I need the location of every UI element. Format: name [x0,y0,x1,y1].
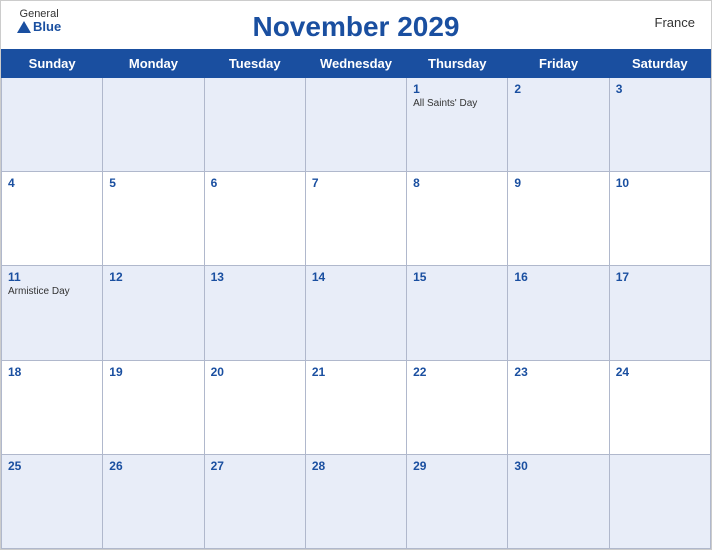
calendar-day-cell: 6 [204,172,305,266]
calendar-day-cell: 25 [2,454,103,548]
calendar-day-cell: 4 [2,172,103,266]
calendar-day-cell: 1 All Saints' Day [407,78,508,172]
day-number: 28 [312,459,400,473]
day-number: 1 [413,82,501,96]
calendar-week-row: 18 19 20 21 22 23 24 [2,360,711,454]
day-number: 18 [8,365,96,379]
calendar-week-row: 456789 10 [2,172,711,266]
day-number: 13 [211,270,299,284]
calendar-table: Sunday Monday Tuesday Wednesday Thursday… [1,49,711,549]
day-number: 24 [616,365,704,379]
calendar-day-cell: 10 [609,172,710,266]
calendar-day-cell [305,78,406,172]
calendar-day-cell: 14 [305,266,406,360]
calendar-day-cell: 9 [508,172,609,266]
calendar-day-cell: 29 [407,454,508,548]
header-sunday: Sunday [2,50,103,78]
calendar-week-row: 25 26 27 28 29 30 [2,454,711,548]
calendar-day-cell: 13 [204,266,305,360]
calendar-container: General Blue November 2029 France Sunday… [0,0,712,550]
holiday-label: Armistice Day [8,286,96,297]
calendar-day-cell: 22 [407,360,508,454]
day-number: 3 [616,82,704,96]
day-number: 27 [211,459,299,473]
header-saturday: Saturday [609,50,710,78]
calendar-day-cell: 5 [103,172,204,266]
day-number: 20 [211,365,299,379]
day-number: 22 [413,365,501,379]
calendar-day-cell: 20 [204,360,305,454]
day-number: 10 [616,176,704,190]
header-friday: Friday [508,50,609,78]
day-number: 16 [514,270,602,284]
day-number: 23 [514,365,602,379]
day-number: 7 [312,176,400,190]
calendar-day-cell: 2 [508,78,609,172]
logo-blue-text: Blue [17,20,61,33]
day-number: 25 [8,459,96,473]
logo: General Blue [17,9,61,33]
day-number: 8 [413,176,501,190]
calendar-day-cell: 11 Armistice Day [2,266,103,360]
country-label: France [655,15,695,30]
calendar-day-cell: 16 [508,266,609,360]
calendar-day-cell [2,78,103,172]
day-number: 15 [413,270,501,284]
calendar-week-row: 1 All Saints' Day 23 [2,78,711,172]
calendar-day-cell: 3 [609,78,710,172]
calendar-day-cell: 17 [609,266,710,360]
day-number: 9 [514,176,602,190]
day-number: 11 [8,270,96,284]
day-number: 29 [413,459,501,473]
calendar-day-cell: 30 [508,454,609,548]
calendar-header: General Blue November 2029 France [1,1,711,49]
calendar-day-cell: 27 [204,454,305,548]
calendar-day-cell: 26 [103,454,204,548]
day-number: 21 [312,365,400,379]
day-number: 6 [211,176,299,190]
weekday-header-row: Sunday Monday Tuesday Wednesday Thursday… [2,50,711,78]
header-tuesday: Tuesday [204,50,305,78]
calendar-day-cell: 23 [508,360,609,454]
day-number: 4 [8,176,96,190]
calendar-day-cell: 8 [407,172,508,266]
day-number: 2 [514,82,602,96]
calendar-day-cell: 12 [103,266,204,360]
day-number: 12 [109,270,197,284]
day-number: 5 [109,176,197,190]
day-number: 17 [616,270,704,284]
header-monday: Monday [103,50,204,78]
month-title: November 2029 [252,11,459,43]
calendar-day-cell: 21 [305,360,406,454]
calendar-day-cell: 24 [609,360,710,454]
day-number: 14 [312,270,400,284]
calendar-day-cell: 19 [103,360,204,454]
calendar-day-cell: 7 [305,172,406,266]
calendar-day-cell: 28 [305,454,406,548]
calendar-day-cell [204,78,305,172]
header-wednesday: Wednesday [305,50,406,78]
calendar-day-cell [103,78,204,172]
header-thursday: Thursday [407,50,508,78]
calendar-day-cell: 15 [407,266,508,360]
holiday-label: All Saints' Day [413,98,501,109]
calendar-day-cell [609,454,710,548]
calendar-week-row: 11 Armistice Day 12 13 14 15 16 17 [2,266,711,360]
day-number: 26 [109,459,197,473]
day-number: 19 [109,365,197,379]
calendar-day-cell: 18 [2,360,103,454]
day-number: 30 [514,459,602,473]
logo-triangle-icon [17,21,31,33]
